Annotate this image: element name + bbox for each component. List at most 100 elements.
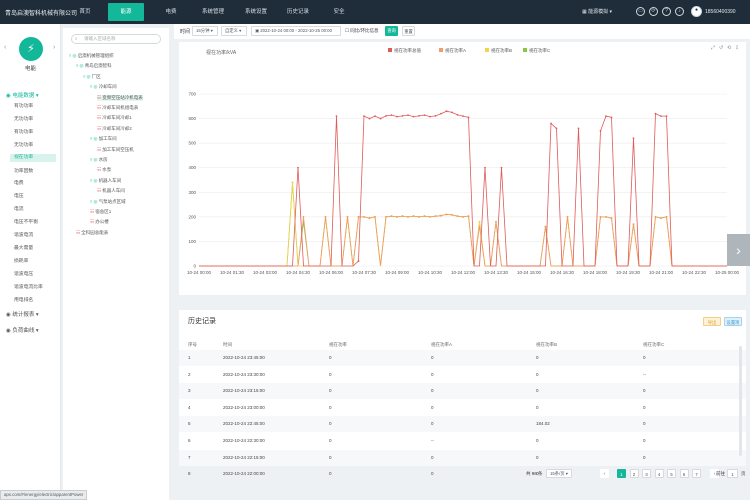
bell-icon[interactable]: ♪ — [675, 7, 684, 16]
nav-tab-0[interactable]: 首页 — [73, 0, 97, 24]
screen-icon[interactable]: ▭ — [636, 7, 645, 16]
refresh-icon[interactable]: ⟳ — [649, 7, 658, 16]
sidebar-item-2[interactable]: 有功功率 — [14, 128, 60, 135]
undo-icon[interactable]: ↺ — [719, 45, 723, 51]
sidebar-item-12[interactable]: 损耗率 — [14, 257, 60, 264]
table-row: 1 2022-10-24 23:45:00 0 0 0 0 — [179, 350, 746, 366]
tree-node[interactable]: ☷ 冷却车间机组电表 — [97, 105, 138, 111]
table-cell: 2022-10-24 23:15:00 — [223, 388, 265, 394]
dept-selector[interactable]: ▦ 能源模拟 ▾ — [582, 6, 612, 18]
data-point — [363, 115, 365, 118]
user-name[interactable]: 18560400390 — [705, 6, 736, 18]
sidebar-item-13[interactable]: 谐波电压 — [14, 270, 60, 277]
tree-node[interactable]: ▿ ◎ 青岛启澳智科 — [76, 63, 112, 69]
sidebar-item-5[interactable]: 功率因数 — [14, 167, 60, 174]
caret-icon: ▿ ◎ — [90, 136, 99, 142]
tree-node[interactable]: ☷ 水泵 — [97, 167, 111, 173]
tree-node[interactable]: ☷ 机器人车间 — [97, 188, 125, 194]
tree-node[interactable]: ▿ ◎ 启澳机械管理组织 — [69, 53, 114, 59]
tree-node[interactable]: ☷ 冷却车间冷却2 — [97, 126, 132, 132]
lightning-icon: ⚡ — [19, 37, 43, 61]
compare-checkbox[interactable]: ☐ 同比/环比信息 — [345, 28, 379, 34]
tree-node[interactable]: ▿ ◎ 水房 — [90, 157, 108, 163]
tree-node[interactable]: ☷ 变频空压站冷机电表 — [97, 94, 143, 101]
sidebar-category-2[interactable]: ◉ 负荷曲线 ▾ — [6, 326, 39, 334]
download-icon[interactable]: ⇩ — [735, 45, 739, 51]
tree-node[interactable]: ▿ ◎ 厂区 — [83, 74, 101, 80]
tree-node[interactable]: ▿ ◎ 加工车间 — [90, 136, 117, 142]
data-point — [599, 215, 602, 218]
sidebar-item-14[interactable]: 谐波电流比率 — [14, 283, 60, 290]
export-button[interactable]: 导出 — [703, 317, 721, 326]
nav-tab-3[interactable]: 系统管理 — [196, 0, 230, 24]
sidebar-item-10[interactable]: 谐波电流 — [14, 231, 60, 238]
sidebar-item-7[interactable]: 电压 — [14, 192, 60, 199]
zoom-icon[interactable]: ⤢ — [711, 45, 715, 51]
settings-button[interactable]: 设置项 — [724, 317, 742, 326]
legend-swatch — [523, 48, 527, 52]
data-point — [665, 115, 668, 118]
interval-select[interactable]: 15分钟 ▾ — [192, 26, 218, 36]
tree-node[interactable]: ▿ ◎ 气泵站点区域 — [90, 199, 126, 205]
page-number[interactable]: 5 — [667, 469, 676, 478]
nav-tab-6[interactable]: 安全 — [328, 0, 350, 24]
tree-node[interactable]: ▿ ◎ 冷却车间 — [90, 84, 117, 90]
sidebar-title: 电能 — [24, 66, 36, 72]
reset-button[interactable]: 重置 — [402, 26, 415, 36]
page-number[interactable]: 2 — [629, 469, 639, 478]
tree-node[interactable]: ☷ 宿舍区1 — [90, 209, 111, 215]
chevron-right-icon[interactable]: › — [727, 234, 750, 266]
table-row: 3 2022-10-24 23:15:00 0 0 0 0 — [179, 383, 746, 400]
sidebar-item-3[interactable]: 无功功率 — [14, 141, 60, 148]
sidebar-item-4[interactable]: 视在功率 — [10, 153, 56, 162]
search-icon: ⌕ — [75, 36, 78, 41]
nav-tab-1[interactable]: 能源 — [108, 3, 144, 21]
page-size-select[interactable]: 15条/页 ▾ — [546, 469, 572, 478]
help-icon[interactable]: ? — [662, 7, 671, 16]
nav-tab-2[interactable]: 电费 — [156, 0, 186, 24]
sidebar-item-6[interactable]: 电费 — [14, 179, 60, 186]
data-point — [291, 181, 294, 184]
sidebar-category-1[interactable]: ◉ 统计报表 ▾ — [6, 310, 39, 318]
data-point — [665, 215, 668, 218]
tree-node[interactable]: ☷ 办公楼 — [90, 219, 109, 225]
caret-icon: ▿ ◎ — [76, 63, 85, 69]
mode-select[interactable]: 自定义 ▾ — [221, 26, 247, 36]
page-number[interactable]: 7 — [692, 469, 701, 478]
legend-label: 视在功率总值 — [394, 47, 421, 54]
sidebar-item-9[interactable]: 电压不平衡 — [14, 218, 60, 225]
avatar[interactable]: ● — [691, 6, 702, 17]
sidebar-item-0[interactable]: 有功功率 — [14, 102, 60, 109]
nav-tab-5[interactable]: 历史记录 — [281, 0, 315, 24]
tree-node[interactable]: ▿ ◎ 机器人车间 — [90, 178, 121, 184]
chevron-right-icon[interactable]: › — [53, 44, 55, 51]
page-number[interactable]: 4 — [654, 469, 664, 478]
table-row: 4 2022-10-24 23:00:00 0 0 0 0 — [179, 400, 746, 416]
sidebar-item-8[interactable]: 电流 — [14, 205, 60, 212]
data-point — [357, 260, 360, 262]
sidebar-item-15[interactable]: 用电排名 — [14, 296, 60, 303]
sidebar-item-1[interactable]: 无功功率 — [14, 115, 60, 122]
prev-page-button[interactable]: ‹ — [600, 469, 609, 478]
tree-node[interactable]: ☷ 全科园总能表 — [76, 230, 108, 236]
scrollbar[interactable] — [739, 346, 742, 456]
query-button[interactable]: 查询 — [385, 26, 398, 36]
goto-page-input[interactable]: 1 — [727, 469, 738, 478]
nav-tab-4[interactable]: 系统设置 — [239, 0, 273, 24]
table-cell: 2022-10-24 22:15:00 — [223, 454, 265, 460]
page-number[interactable]: 3 — [642, 469, 651, 478]
refresh-chart-icon[interactable]: ⟲ — [727, 45, 731, 51]
tree-node[interactable]: ☷ 冷却车间冷却1 — [97, 115, 132, 121]
tree-node[interactable]: ☷ 加工车间空压机 — [97, 147, 134, 153]
caret-icon: ▿ ◎ — [90, 198, 99, 204]
page-number[interactable]: 6 — [679, 469, 689, 478]
table-cell: 184.02 — [536, 421, 550, 427]
date-range-picker[interactable]: ▣ 2022-10-24 00:00 - 2022-10-25 00:00 — [251, 26, 341, 36]
chevron-left-icon[interactable]: ‹ — [4, 44, 6, 51]
page-number[interactable]: 1 — [617, 469, 626, 478]
sidebar-category-0[interactable]: ◉ 电能数据 ▾ — [6, 91, 39, 99]
tree-search-input[interactable]: ⌕ 请输入区域名称 — [71, 34, 161, 44]
caret-icon: ▿ ◎ — [90, 157, 99, 162]
sidebar-item-11[interactable]: 最大需量 — [14, 244, 60, 251]
table-cell: 2022-10-24 23:45:00 — [223, 355, 265, 360]
